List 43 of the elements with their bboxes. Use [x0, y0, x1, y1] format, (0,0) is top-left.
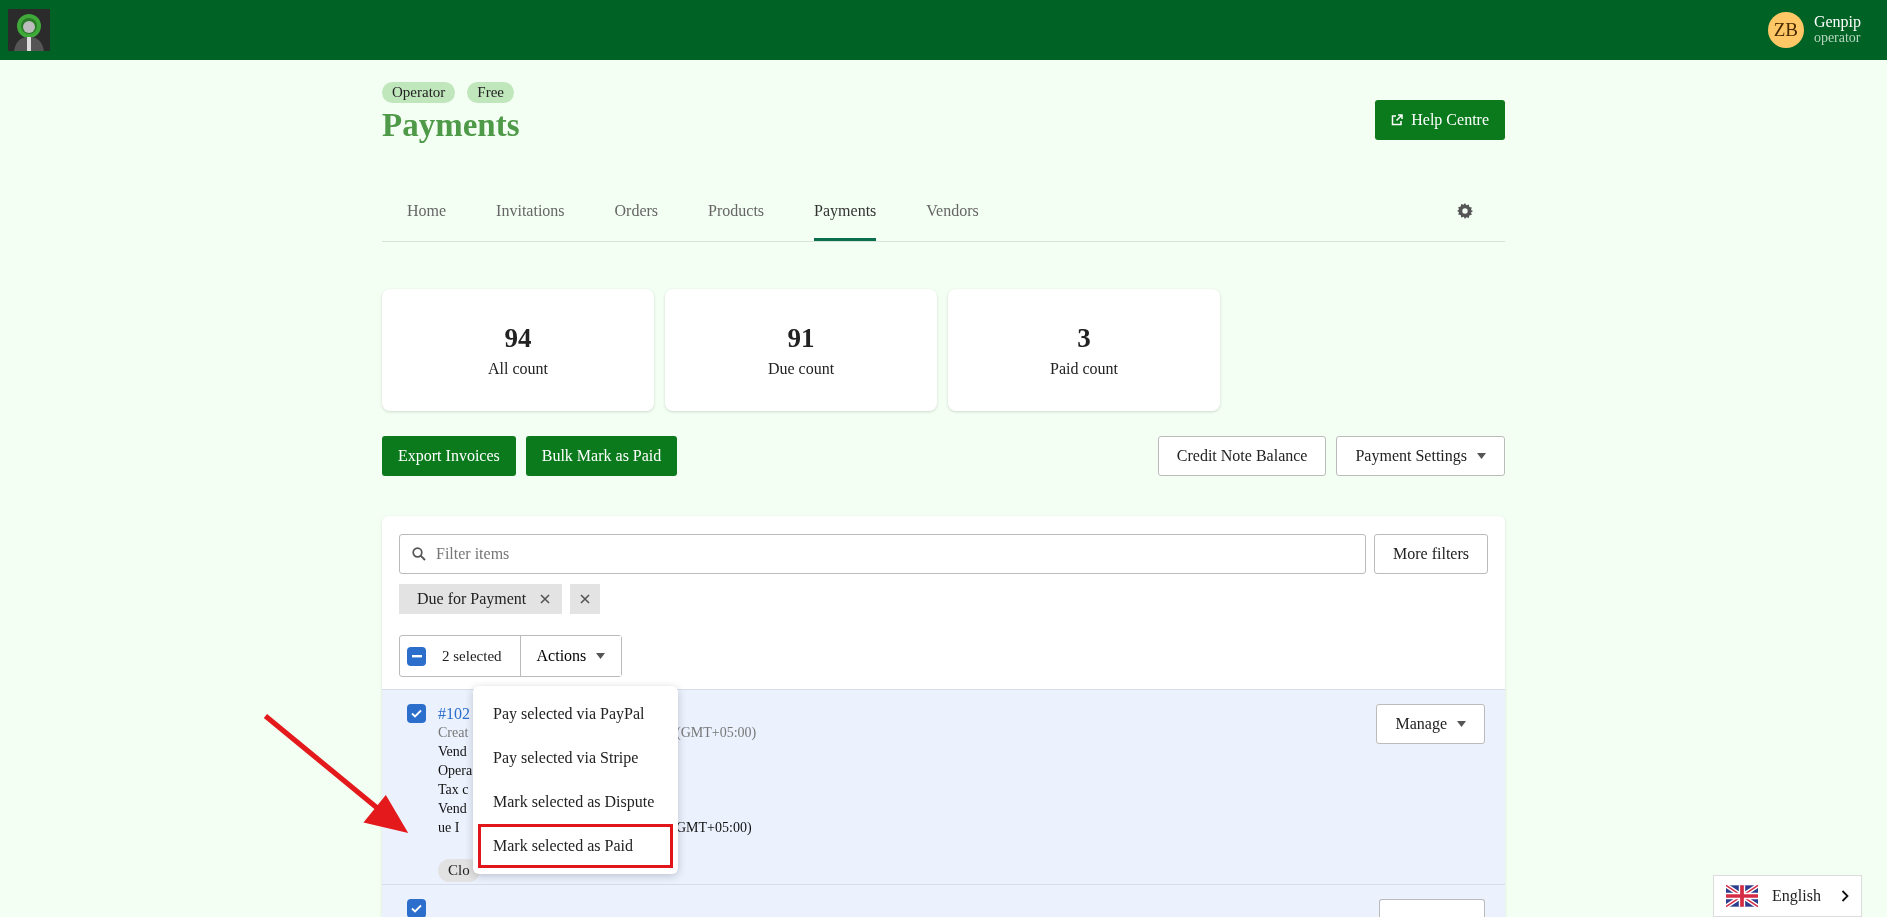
stat-value: 3: [1077, 322, 1091, 354]
stat-value: 91: [787, 322, 815, 354]
row-text: Vend: [438, 743, 468, 760]
nav-tab[interactable]: Orders: [614, 181, 659, 241]
more-filters-button[interactable]: More filters: [1374, 534, 1488, 574]
menu-item[interactable]: Pay selected via PayPal: [478, 692, 673, 736]
stat-value: 94: [504, 322, 532, 354]
nav-tab[interactable]: Products: [708, 181, 765, 241]
language-selector[interactable]: English: [1713, 875, 1862, 917]
nav-tab[interactable]: Payments: [814, 181, 877, 241]
manage-button[interactable]: Manage: [1376, 704, 1485, 744]
plan-badge: Free: [467, 82, 514, 103]
nav-tab[interactable]: Vendors: [926, 181, 979, 241]
row-text: GMT+05:00): [676, 819, 752, 836]
action-button[interactable]: Bulk Mark as Paid: [525, 436, 678, 476]
row-text: Opera: [438, 762, 474, 779]
page-title: Payments: [382, 107, 520, 144]
stat-label: Due count: [767, 359, 835, 378]
action-button[interactable]: Credit Note Balance: [1157, 436, 1327, 476]
user-name: Genpip: [1813, 14, 1861, 30]
chip-label: Due for Payment: [417, 590, 527, 608]
search-field[interactable]: Filter items: [399, 534, 1366, 574]
menu-item[interactable]: Pay selected via Stripe: [478, 736, 673, 780]
dropdown-button[interactable]: Payment Settings: [1336, 436, 1505, 476]
help-centre-button[interactable]: Help Centre: [1375, 100, 1505, 140]
row-text: Creat: [438, 724, 470, 741]
avatar[interactable]: ZB: [1767, 12, 1804, 48]
selected-count: 2 selected: [442, 647, 502, 665]
action-button[interactable]: Export Invoices: [382, 436, 516, 476]
nav-tab[interactable]: Home: [407, 181, 447, 241]
nav-tab[interactable]: Invitations: [496, 181, 565, 241]
stat-label: All count: [488, 359, 548, 378]
row-text: Vend: [438, 800, 468, 817]
row-text: (GMT+05:00): [676, 724, 757, 741]
user-role: operator: [1813, 30, 1861, 46]
row-text: ue I: [438, 819, 461, 836]
row-text: Tax c: [438, 781, 470, 798]
menu-item[interactable]: Mark selected as Paid: [478, 824, 673, 868]
language-label: English: [1772, 887, 1822, 905]
status-tag: Clo: [438, 859, 480, 882]
menu-item[interactable]: Mark selected as Dispute: [478, 780, 673, 824]
plan-badge: Operator: [382, 82, 456, 103]
stat-label: Paid count: [1050, 359, 1118, 378]
